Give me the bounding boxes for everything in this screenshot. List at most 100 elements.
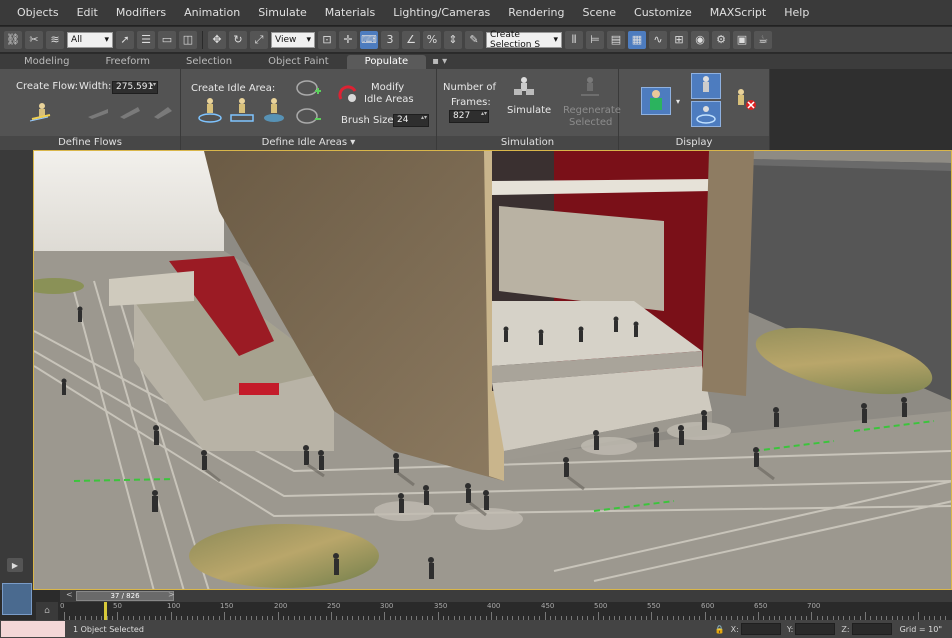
brush-size-spinner[interactable]: 24 (393, 114, 429, 127)
time-prev-icon[interactable]: < (66, 590, 73, 599)
selection-filter-select[interactable]: All ▾ (67, 31, 113, 48)
simulate-icon[interactable] (511, 75, 537, 101)
track-tick-label: 100 (167, 602, 181, 610)
menu-maxscript[interactable]: MAXScript (701, 0, 775, 26)
select-object-icon[interactable]: ➚ (116, 30, 134, 49)
define-idle-areas-footer[interactable]: Define Idle Areas ▾ (181, 136, 436, 150)
ribbon-panel: Create Flow: Width: 275.591 Define Flows… (0, 69, 770, 150)
link-icon[interactable]: ⛓ (4, 30, 22, 49)
snap-3d-icon[interactable]: 3 (381, 30, 399, 49)
track-tick-label: 250 (327, 602, 341, 610)
show-idle-areas-icon[interactable] (691, 101, 721, 127)
schematic-view-icon[interactable]: ⊞ (670, 30, 688, 49)
add-ramp-icon[interactable] (86, 103, 110, 121)
mirror-icon[interactable]: ⫴ (565, 30, 583, 49)
add-idle-area-icon[interactable] (295, 77, 323, 99)
select-by-name-icon[interactable]: ☰ (137, 30, 155, 49)
lock-selection-icon[interactable]: 🔒 (715, 625, 725, 634)
unlink-icon[interactable]: ✂ (25, 30, 43, 49)
display-dropdown-chevron-icon[interactable]: ▾ (676, 97, 680, 106)
percent-snap-icon[interactable]: % (423, 30, 441, 49)
regenerate-label-2[interactable]: Selected (569, 117, 612, 128)
menu-animation[interactable]: Animation (175, 0, 249, 26)
ribbon-options-icon[interactable]: ▪ ▾ (426, 55, 453, 69)
tab-object-paint[interactable]: Object Paint (250, 55, 347, 69)
grass-patch-bottom (189, 524, 379, 588)
spinner-snap-icon[interactable]: ⇕ (444, 30, 462, 49)
menu-modifiers[interactable]: Modifiers (107, 0, 175, 26)
track-tick-label: 450 (541, 602, 555, 610)
scale-icon[interactable]: ⤢ (250, 30, 268, 49)
bind-spacewarp-icon[interactable]: ≋ (46, 30, 64, 49)
display-person-icon[interactable] (641, 87, 671, 115)
show-people-icon[interactable] (691, 73, 721, 99)
curve-editor-icon[interactable]: ∿ (649, 30, 667, 49)
menu-help[interactable]: Help (775, 0, 818, 26)
menu-scene[interactable]: Scene (573, 0, 625, 26)
modify-idle-label-2[interactable]: Idle Areas (364, 94, 414, 105)
render-production-icon[interactable]: ☕ (754, 30, 772, 49)
menu-customize[interactable]: Customize (625, 0, 701, 26)
simulation-footer: Simulation (437, 136, 618, 150)
tab-freeform[interactable]: Freeform (88, 55, 169, 69)
modify-idle-label-1[interactable]: Modify (371, 82, 404, 93)
track-bar-toggle-icon[interactable]: ⌂ (36, 602, 58, 620)
edit-flow-icon[interactable] (118, 103, 142, 121)
frames-spinner[interactable]: 827 (449, 110, 489, 123)
play-icon[interactable]: ▶ (7, 558, 23, 572)
menu-materials[interactable]: Materials (316, 0, 384, 26)
tab-populate[interactable]: Populate (346, 55, 427, 69)
move-icon[interactable]: ✥ (208, 30, 226, 49)
menu-lighting-cameras[interactable]: Lighting/Cameras (384, 0, 499, 26)
create-flow-icon[interactable] (28, 99, 54, 123)
edit-named-sets-icon[interactable]: ✎ (465, 30, 483, 49)
track-tick (811, 612, 812, 620)
modify-idle-areas-icon[interactable] (337, 83, 359, 105)
menu-bar: Objects Edit Modifiers Animation Simulat… (0, 0, 952, 26)
y-coord-field[interactable] (795, 623, 836, 635)
perspective-viewport[interactable] (33, 150, 952, 590)
current-frame-marker[interactable] (104, 602, 107, 620)
regenerate-icon[interactable] (577, 75, 603, 99)
menu-simulate[interactable]: Simulate (249, 0, 316, 26)
reference-coord-select[interactable]: View ▾ (271, 31, 315, 48)
regenerate-label-1[interactable]: Regenerate (563, 105, 621, 116)
track-bar[interactable]: 0 50 100 150 200 250 300 350 400 450 500 550 600 650 7… (60, 602, 952, 620)
maxscript-mini-listener[interactable] (2, 583, 32, 615)
time-slider-track[interactable]: < 37 / 826 > (60, 590, 952, 602)
ribbon-toggle-icon[interactable]: ▦ (628, 30, 646, 49)
flow-width-spinner[interactable]: 275.591 (112, 81, 158, 94)
time-next-icon[interactable]: > (168, 590, 175, 599)
rotate-icon[interactable]: ↻ (229, 30, 247, 49)
time-slider-thumb[interactable]: 37 / 826 (76, 591, 174, 601)
menu-rendering[interactable]: Rendering (499, 0, 573, 26)
angle-snap-icon[interactable]: ∠ (402, 30, 420, 49)
pivot-icon[interactable]: ⊡ (318, 30, 336, 49)
keyboard-shortcut-icon[interactable]: ⌨ (360, 30, 378, 49)
remove-idle-area-icon[interactable] (295, 105, 323, 127)
idle-area-circle-icon[interactable] (197, 95, 223, 123)
segment-flow-icon[interactable] (150, 103, 174, 121)
align-icon[interactable]: ⊨ (586, 30, 604, 49)
menu-edit[interactable]: Edit (68, 0, 107, 26)
track-tick (117, 612, 118, 620)
manipulate-icon[interactable]: ✛ (339, 30, 357, 49)
render-frame-icon[interactable]: ▣ (733, 30, 751, 49)
simulate-button[interactable]: Simulate (507, 105, 551, 116)
render-setup-icon[interactable]: ⚙ (712, 30, 730, 49)
rect-selection-icon[interactable]: ▭ (158, 30, 176, 49)
named-selection-set-select[interactable]: Create Selection S ▾ (486, 30, 562, 50)
delete-people-icon[interactable] (731, 87, 759, 113)
layer-manager-icon[interactable]: ▤ (607, 30, 625, 49)
idle-area-rect-icon[interactable] (229, 95, 255, 123)
tab-modeling[interactable]: Modeling (6, 55, 88, 69)
create-flow-label: Create Flow: (16, 81, 79, 92)
tab-selection[interactable]: Selection (168, 55, 250, 69)
maxscript-listener-field[interactable] (1, 621, 65, 637)
menu-objects[interactable]: Objects (8, 0, 68, 26)
window-crossing-icon[interactable]: ◫ (179, 30, 197, 49)
idle-area-free-icon[interactable] (261, 95, 287, 123)
material-editor-icon[interactable]: ◉ (691, 30, 709, 49)
z-coord-field[interactable] (851, 623, 892, 635)
x-coord-field[interactable] (740, 623, 781, 635)
